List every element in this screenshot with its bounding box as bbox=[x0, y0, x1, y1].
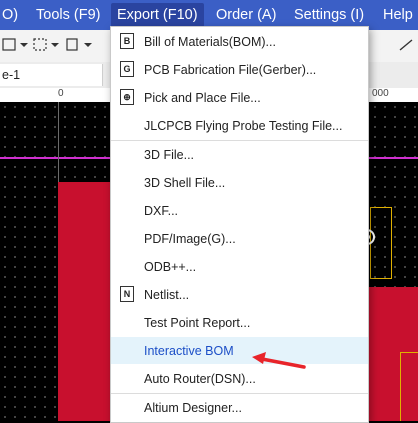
menu-item-interactive-bom[interactable]: Interactive BOM bbox=[111, 337, 368, 364]
menu-item-label: 3D File... bbox=[144, 147, 195, 162]
menu-prev[interactable]: O) bbox=[0, 0, 24, 30]
menu-item-pdf-image[interactable]: PDF/Image(G)... bbox=[111, 225, 368, 252]
menu-item-odb[interactable]: ODB++... bbox=[111, 253, 368, 280]
menu-item-3d-file[interactable]: 3D File... bbox=[111, 141, 368, 168]
menu-item-flying-probe[interactable]: JLCPCB Flying Probe Testing File... bbox=[111, 112, 368, 139]
menu-item-label: Bill of Materials(BOM)... bbox=[144, 34, 276, 49]
pick-place-icon: ⊕ bbox=[120, 89, 134, 105]
menu-item-dxf[interactable]: DXF... bbox=[111, 197, 368, 224]
select-rect-icon[interactable] bbox=[2, 38, 32, 52]
menu-item-netlist[interactable]: N Netlist... bbox=[111, 281, 368, 308]
menu-item-pick-place[interactable]: ⊕ Pick and Place File... bbox=[111, 84, 368, 111]
export-menu: B Bill of Materials(BOM)... G PCB Fabric… bbox=[110, 26, 369, 423]
menu-item-gerber[interactable]: G PCB Fabrication File(Gerber)... bbox=[111, 56, 368, 83]
menu-help[interactable]: Help bbox=[377, 0, 418, 30]
ruler-label-0: 0 bbox=[58, 88, 64, 99]
menu-item-label: JLCPCB Flying Probe Testing File... bbox=[144, 118, 343, 133]
select-move-icon[interactable] bbox=[66, 38, 96, 52]
menu-item-label: PCB Fabrication File(Gerber)... bbox=[144, 62, 317, 77]
menu-item-altium[interactable]: Altium Designer... bbox=[111, 394, 368, 421]
ruler-label-1: 000 bbox=[372, 88, 389, 99]
menu-item-label: Pick and Place File... bbox=[144, 90, 261, 105]
menu-item-auto-router[interactable]: Auto Router(DSN)... bbox=[111, 365, 368, 392]
annotation-arrow-icon bbox=[252, 352, 306, 369]
menu-item-bom[interactable]: B Bill of Materials(BOM)... bbox=[111, 28, 368, 55]
menu-item-label: Auto Router(DSN)... bbox=[144, 371, 256, 386]
menu-item-label: DXF... bbox=[144, 203, 179, 218]
route-icon[interactable] bbox=[398, 38, 414, 52]
menu-item-label: ODB++... bbox=[144, 259, 197, 274]
component-outline bbox=[400, 352, 418, 421]
gerber-icon: G bbox=[120, 61, 134, 77]
tab-document[interactable]: e-1 bbox=[0, 64, 103, 86]
menu-export[interactable]: Export (F10) bbox=[111, 3, 204, 27]
menu-item-label: PDF/Image(G)... bbox=[144, 231, 236, 246]
menu-item-label: Test Point Report... bbox=[144, 315, 251, 330]
menu-item-label: Interactive BOM bbox=[144, 343, 234, 358]
menu-item-test-point[interactable]: Test Point Report... bbox=[111, 309, 368, 336]
menu-tools[interactable]: Tools (F9) bbox=[30, 0, 106, 30]
copper-pad bbox=[58, 182, 118, 421]
select-lasso-icon[interactable] bbox=[33, 38, 63, 52]
menu-item-3d-shell[interactable]: 3D Shell File... bbox=[111, 169, 368, 196]
bom-icon: B bbox=[120, 33, 134, 49]
menu-item-label: Altium Designer... bbox=[144, 400, 242, 415]
netlist-icon: N bbox=[120, 286, 134, 302]
menu-item-label: Netlist... bbox=[144, 287, 190, 302]
menu-item-label: 3D Shell File... bbox=[144, 175, 226, 190]
